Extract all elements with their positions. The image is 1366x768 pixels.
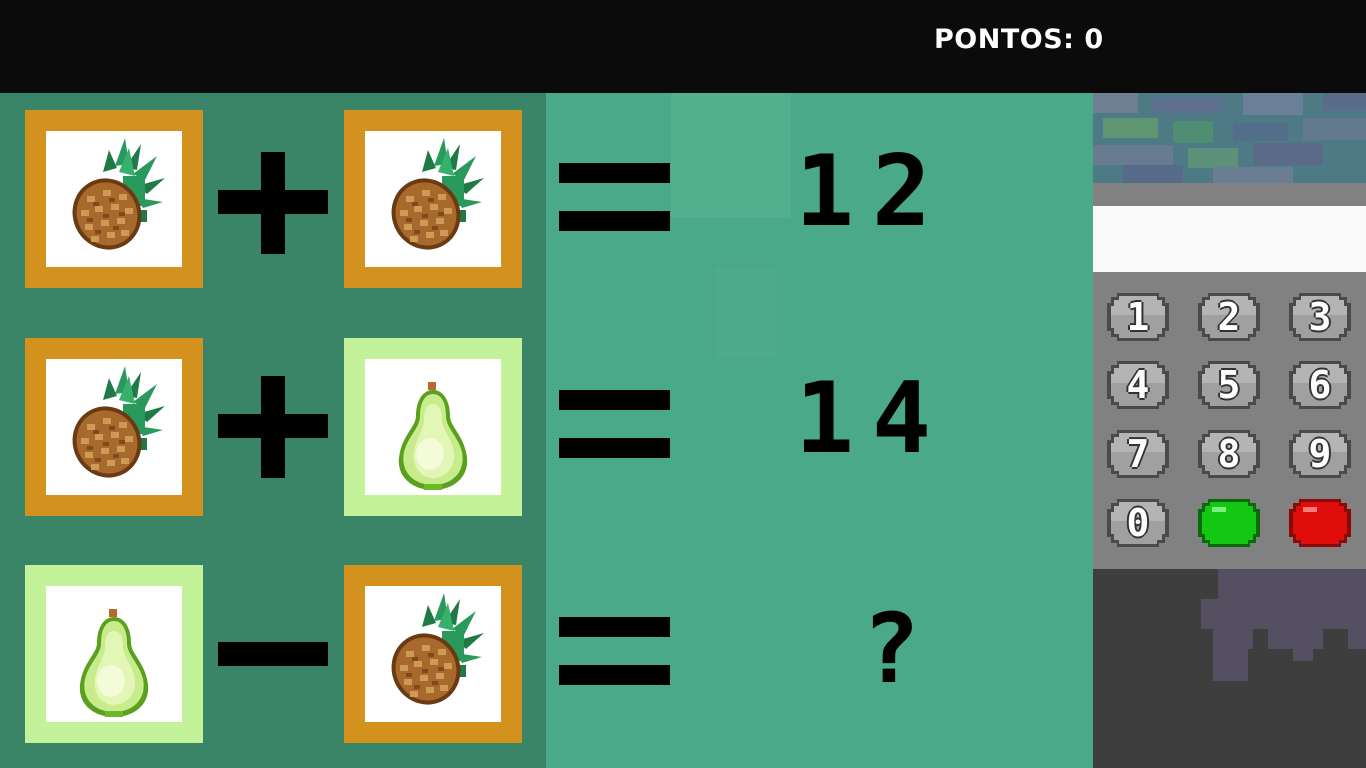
score-label: PONTOS: 0 — [934, 24, 1104, 55]
plus-operator — [218, 152, 328, 258]
key-4-button[interactable]: 4 — [1105, 359, 1171, 411]
confirm-icon — [1198, 499, 1260, 547]
key-8-button[interactable]: 8 — [1196, 428, 1262, 480]
answer-display[interactable] — [1093, 206, 1366, 272]
background-wall-bottom — [1093, 569, 1366, 768]
pineapple-icon — [379, 138, 484, 262]
plus-icon — [218, 152, 328, 254]
pear-tile — [25, 565, 203, 743]
key-label: 1 — [1126, 295, 1150, 339]
key-6-button[interactable]: 6 — [1287, 359, 1353, 411]
equation-3-result: ? — [862, 593, 920, 705]
key-label: 8 — [1217, 432, 1241, 476]
pineapple-tile — [344, 110, 522, 288]
pineapple-icon — [60, 138, 165, 262]
pineapple-tile — [344, 565, 522, 743]
pear-icon — [79, 609, 149, 717]
background-decoration — [716, 268, 776, 358]
pear-tile — [344, 338, 522, 516]
equals-operator — [559, 617, 670, 691]
key-label: 4 — [1126, 363, 1150, 407]
minus-operator — [218, 642, 328, 670]
plus-operator — [218, 376, 328, 482]
pineapple-icon — [60, 366, 165, 490]
key-label: 0 — [1126, 501, 1150, 545]
top-bar: PONTOS: 0 — [0, 0, 1366, 93]
equals-icon — [559, 390, 670, 458]
key-2-button[interactable]: 2 — [1196, 291, 1262, 343]
key-label: 6 — [1308, 363, 1332, 407]
equation-2-result: 14 — [795, 362, 950, 476]
key-label: 7 — [1126, 432, 1150, 476]
cancel-icon — [1289, 499, 1351, 547]
minus-icon — [218, 642, 328, 666]
pear-icon — [398, 382, 468, 490]
key-9-button[interactable]: 9 — [1287, 428, 1353, 480]
equals-operator — [559, 390, 670, 464]
key-0-button[interactable]: 0 — [1105, 497, 1171, 549]
keypad-panel: 1 2 3 4 5 6 7 8 9 0 — [1093, 93, 1366, 768]
plus-icon — [218, 376, 328, 478]
equation-1-result: 12 — [795, 135, 950, 249]
background-decoration — [671, 93, 791, 218]
key-5-button[interactable]: 5 — [1196, 359, 1262, 411]
key-1-button[interactable]: 1 — [1105, 291, 1171, 343]
key-label: 9 — [1308, 432, 1332, 476]
key-label: 3 — [1308, 295, 1332, 339]
equals-icon — [559, 163, 670, 231]
cancel-button[interactable] — [1287, 497, 1353, 549]
equals-operator — [559, 163, 670, 237]
pineapple-tile — [25, 338, 203, 516]
background-wall-top — [1093, 93, 1366, 183]
pineapple-tile — [25, 110, 203, 288]
key-7-button[interactable]: 7 — [1105, 428, 1171, 480]
equals-icon — [559, 617, 670, 685]
key-label: 2 — [1217, 295, 1241, 339]
key-label: 5 — [1217, 363, 1241, 407]
pineapple-icon — [379, 593, 484, 717]
confirm-button[interactable] — [1196, 497, 1262, 549]
key-3-button[interactable]: 3 — [1287, 291, 1353, 343]
